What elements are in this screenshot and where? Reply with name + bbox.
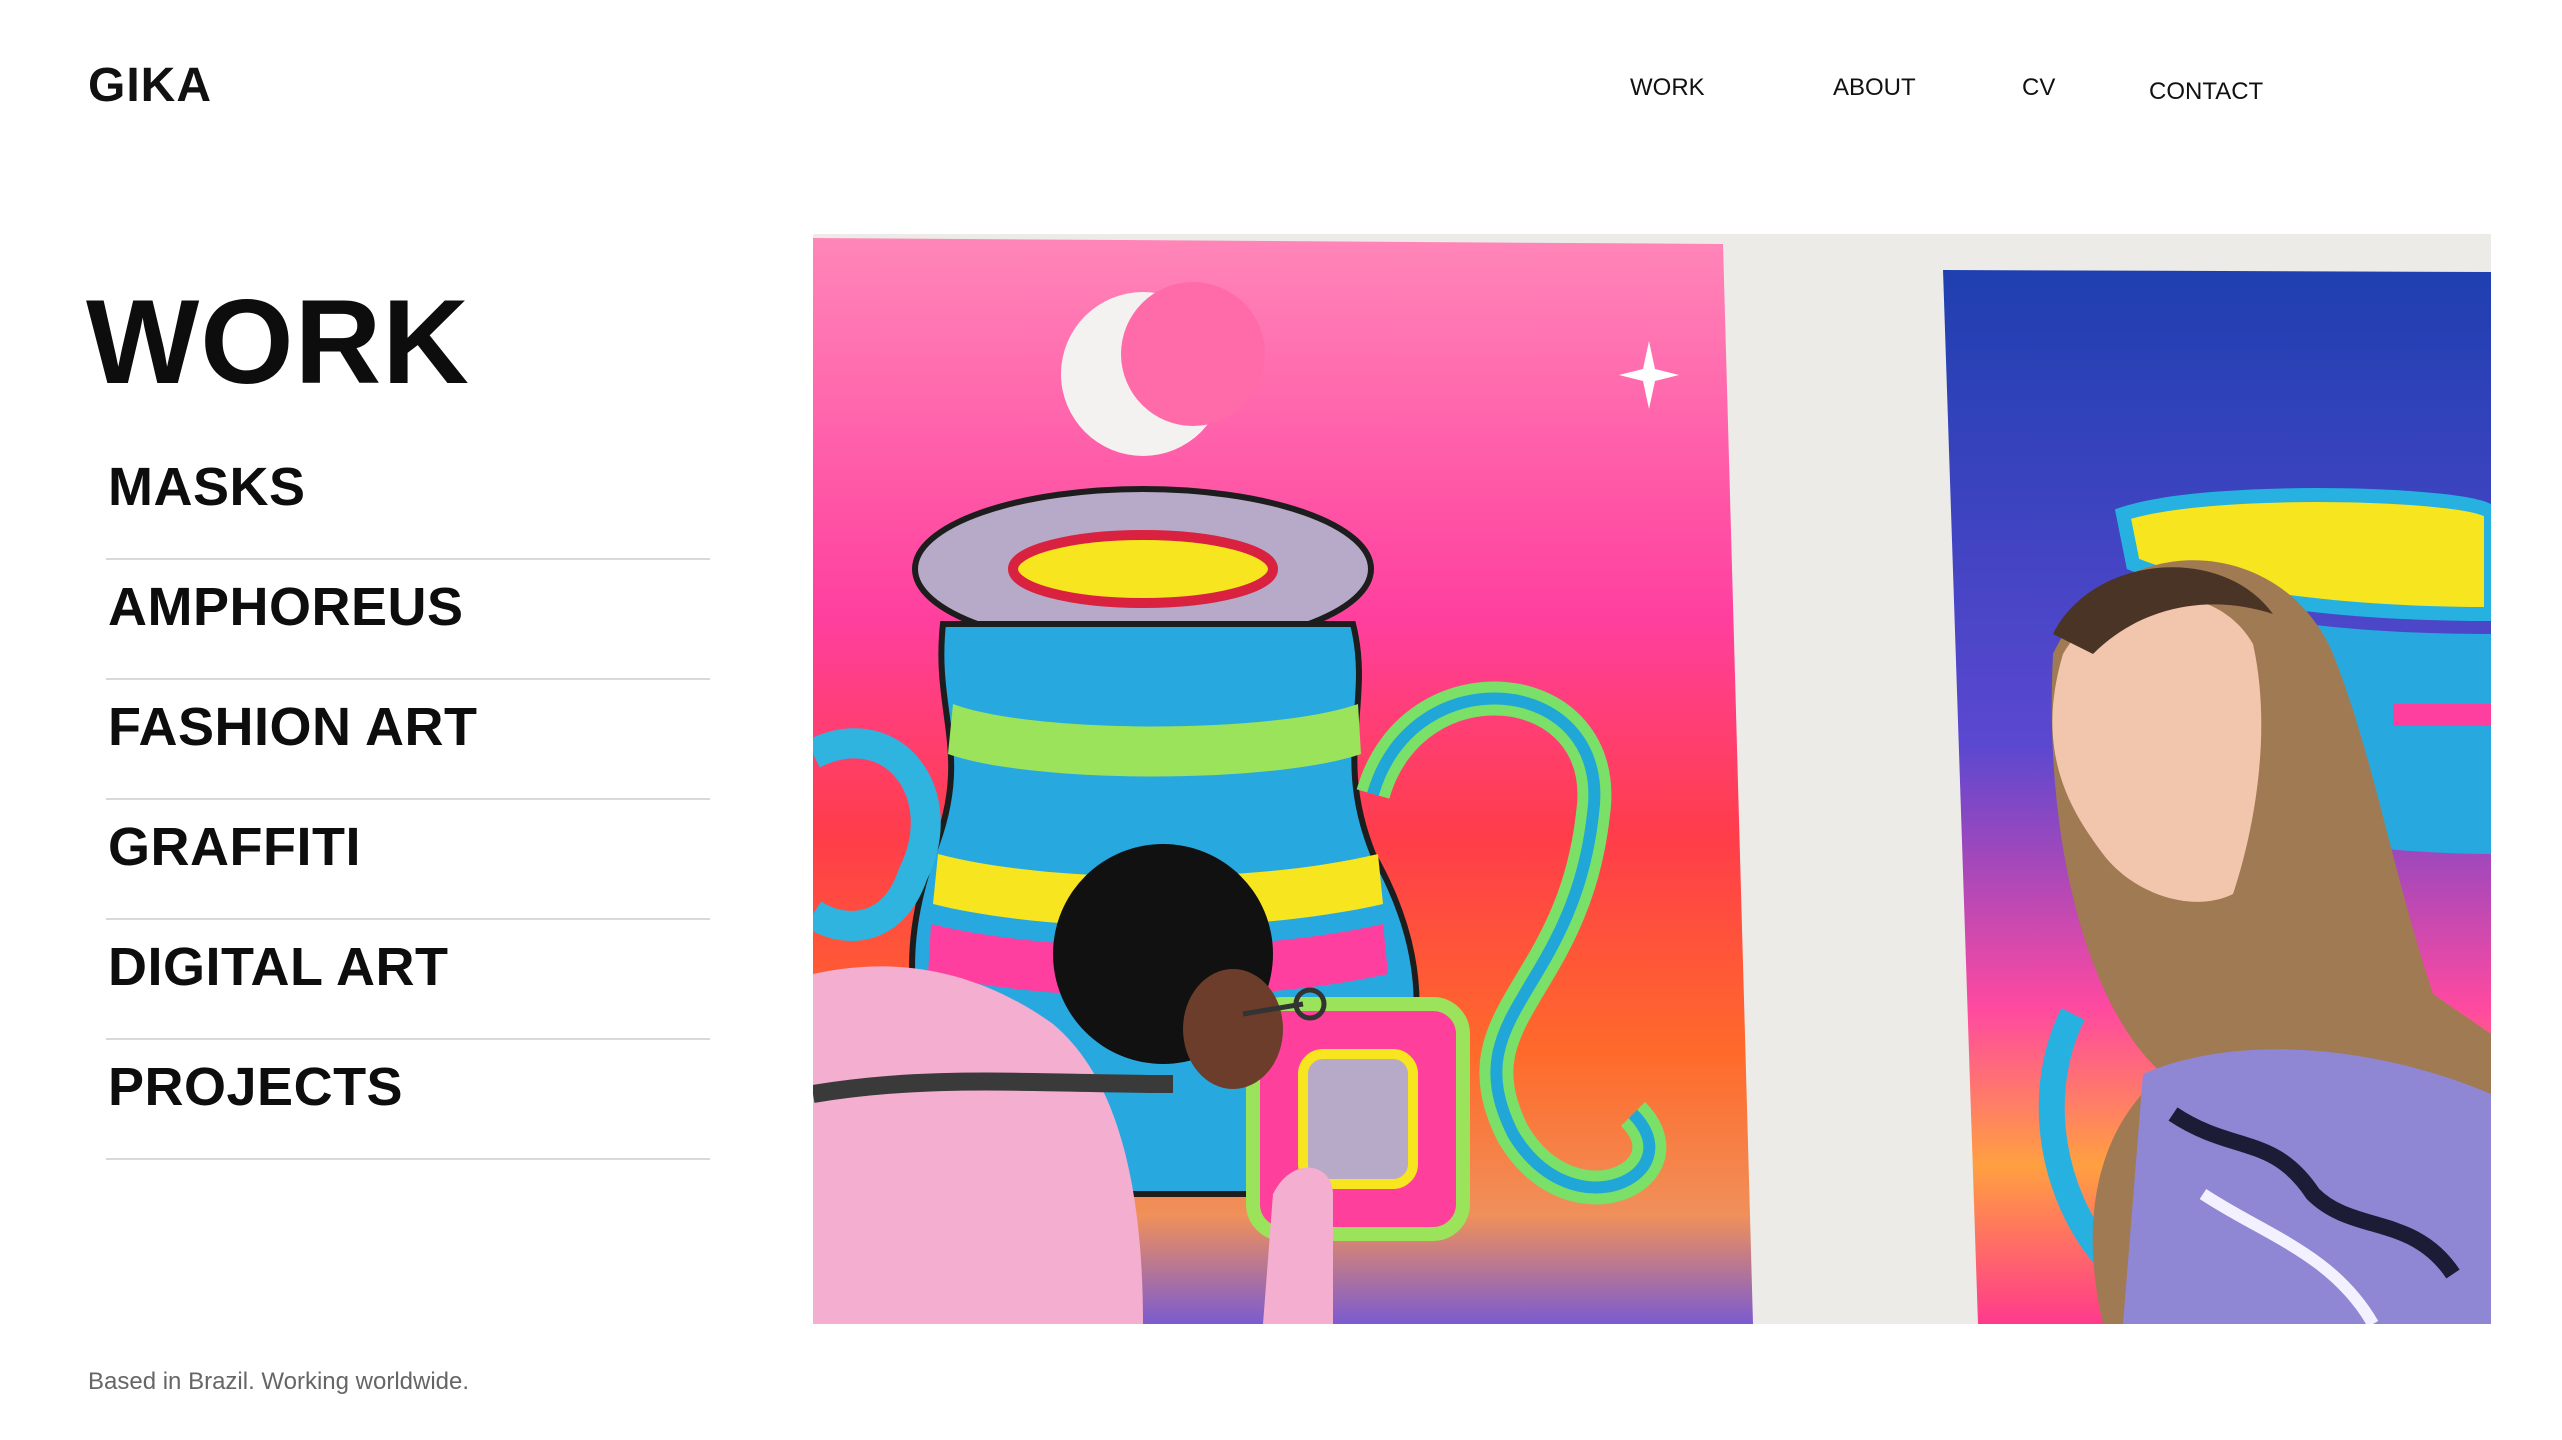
artwork-photo-illustration: [813, 234, 2491, 1324]
category-label: PROJECTS: [108, 1057, 404, 1117]
category-amphoreus[interactable]: AMPHOREUS: [106, 560, 710, 680]
nav-work[interactable]: WORK: [1630, 76, 1705, 100]
nav-contact[interactable]: CONTACT: [2149, 80, 2263, 104]
category-list: MASKS AMPHOREUS FASHION ART GRAFFITI DIG…: [106, 440, 710, 1160]
category-label: AMPHOREUS: [108, 577, 464, 637]
footer-location-text: Based in Brazil. Working worldwide.: [88, 1368, 470, 1395]
category-masks[interactable]: MASKS: [106, 440, 710, 560]
page-title: WORK: [86, 275, 470, 409]
nav-about[interactable]: ABOUT: [1833, 76, 1916, 100]
category-label: DIGITAL ART: [108, 937, 449, 997]
category-digital-art[interactable]: DIGITAL ART: [106, 920, 710, 1040]
category-label: FASHION ART: [108, 697, 478, 757]
category-label: GRAFFITI: [108, 817, 361, 877]
main-nav: WORK ABOUT CV CONTACT: [0, 76, 2562, 116]
category-fashion-art[interactable]: FASHION ART: [106, 680, 710, 800]
nav-cv[interactable]: CV: [2022, 76, 2055, 100]
artwork-photo[interactable]: [813, 234, 2491, 1324]
category-projects[interactable]: PROJECTS: [106, 1040, 710, 1160]
category-label: MASKS: [108, 457, 306, 517]
category-graffiti[interactable]: GRAFFITI: [106, 800, 710, 920]
